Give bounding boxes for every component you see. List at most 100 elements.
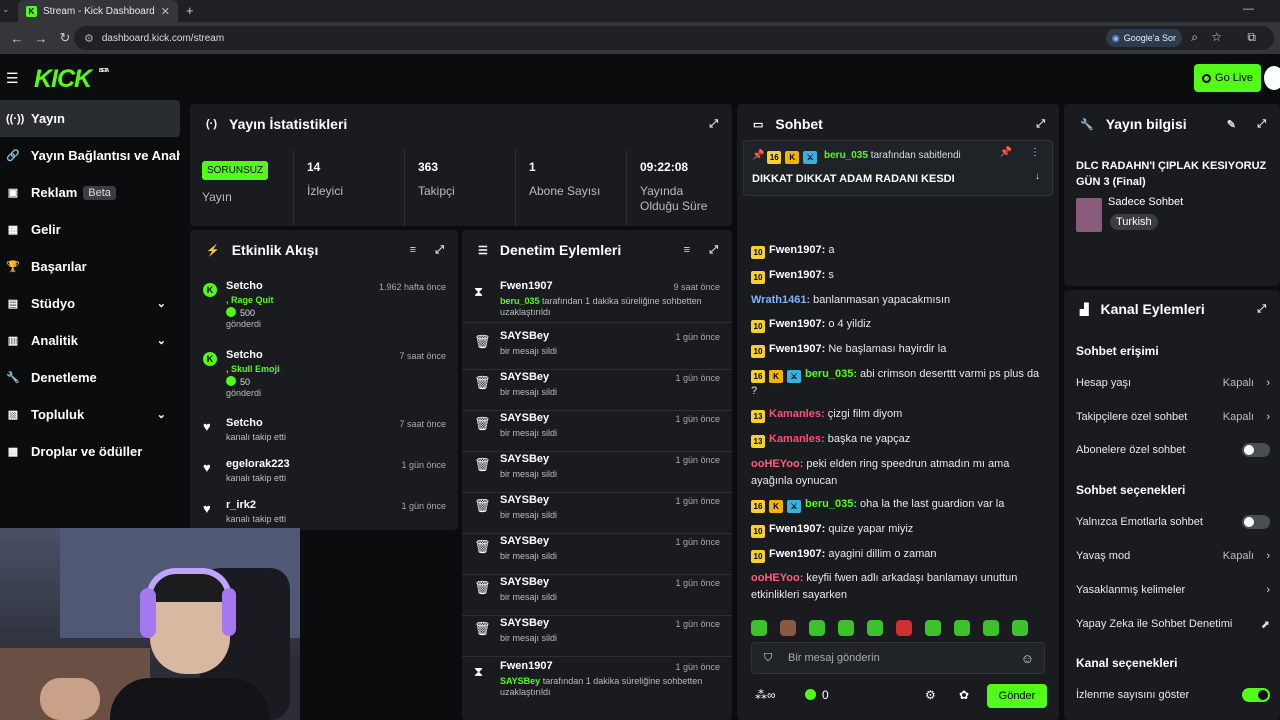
emote-icon[interactable] <box>780 620 796 636</box>
setting-account-age[interactable]: Hesap yaşı Kapalı › <box>1076 377 1270 389</box>
more-options-icon[interactable]: ⋮ <box>1030 147 1040 158</box>
toggle-switch[interactable] <box>1242 515 1270 529</box>
chat-message[interactable]: 10 Fwen1907: a <box>751 242 1041 259</box>
edit-icon[interactable]: ✎ <box>1227 118 1236 131</box>
popout-icon[interactable]: ⤢ <box>435 244 444 257</box>
chat-username[interactable]: Kamanles <box>769 408 821 420</box>
go-live-button[interactable]: Go Live <box>1194 64 1261 92</box>
site-info-icon[interactable]: ⚙ <box>84 32 94 45</box>
stream-tag[interactable]: Turkish <box>1110 214 1158 230</box>
sidebar-item-denetleme[interactable]: 🔧 Denetleme <box>0 359 180 396</box>
list-item[interactable]: 🗑 SAYSBey 1 gün önce bir mesajı sildi <box>462 330 732 370</box>
list-item[interactable]: 🗑 SAYSBey 1 gün önce bir mesajı sildi <box>462 617 732 657</box>
sidebar-item-reklam[interactable]: ▣ Reklam Beta <box>0 174 180 211</box>
extensions-icon[interactable]: ⧉ <box>1247 30 1256 45</box>
emote-icon[interactable] <box>896 620 912 636</box>
kick-logo[interactable]: KICK BETA <box>34 65 109 94</box>
shield-icon[interactable]: ⛉ <box>764 652 772 665</box>
popout-icon[interactable]: ⤢ <box>1257 118 1266 131</box>
tab-search-icon[interactable]: ⌄ <box>2 4 10 15</box>
list-item[interactable]: 🗑 SAYSBey 1 gün önce bir mesajı sildi <box>462 535 732 575</box>
forward-icon[interactable]: → <box>34 31 48 46</box>
menu-icon[interactable]: ☰ <box>6 70 19 87</box>
list-item[interactable]: 🗑 SAYSBey 1 gün önce bir mesajı sildi <box>462 412 732 452</box>
list-item[interactable]: ♥ r_irk2 1 gün önce kanalı takip etti <box>190 499 458 525</box>
emoji-icon[interactable]: ☺ <box>1021 651 1034 666</box>
google-ask-button[interactable]: ◉ Google'a Sor <box>1105 29 1182 47</box>
list-item[interactable]: ⧗ Fwen1907 1 gün önce SAYSBey tarafından… <box>462 660 732 706</box>
back-icon[interactable]: ← <box>10 31 24 46</box>
sidebar-item-droplar[interactable]: ▩ Droplar ve ödüller <box>0 433 180 470</box>
chat-message[interactable]: 10 Fwen1907: s <box>751 267 1041 284</box>
chat-username[interactable]: Kamanles <box>769 433 821 445</box>
chat-username[interactable]: beru_035 <box>805 368 853 380</box>
chat-message[interactable]: 10 Fwen1907: ayagini dillim o zaman <box>751 546 1041 563</box>
filter-icon[interactable]: ≡ <box>684 244 690 256</box>
send-button[interactable]: Gönder <box>987 684 1047 708</box>
chat-username[interactable]: Fwen1907 <box>769 318 822 330</box>
chat-message[interactable]: Wrath1461: banlanmasan yapacakmısın <box>751 292 1041 309</box>
list-item[interactable]: K Setcho 7 saat önce , Skull Emoji 50 gö… <box>190 349 458 399</box>
list-item[interactable]: 🗑 SAYSBey 1 gün önce bir mesajı sildi <box>462 453 732 493</box>
emote-icon[interactable] <box>925 620 941 636</box>
sidebar-item-studyo[interactable]: ▤ Stüdyo ⌄ <box>0 285 180 322</box>
unpin-icon[interactable]: 📌 <box>1000 147 1012 158</box>
arrow-down-icon[interactable]: ↓ <box>1035 171 1040 182</box>
emote-icon[interactable] <box>867 620 883 636</box>
chat-username[interactable]: ooHEYoo <box>751 572 800 584</box>
sidebar-item-gelir[interactable]: ▦ Gelir <box>0 211 180 248</box>
chat-message[interactable]: 10 Fwen1907: quize yapar miyiz <box>751 521 1041 538</box>
setting-ai-moderation[interactable]: Yapay Zeka ile Sohbet Denetimi ⬈ <box>1076 618 1270 631</box>
minimize-window-icon[interactable]: — <box>1243 3 1254 15</box>
chat-username[interactable]: Fwen1907 <box>769 343 822 355</box>
chat-username[interactable]: Fwen1907 <box>769 269 822 281</box>
emote-icon[interactable] <box>751 620 767 636</box>
url-field[interactable]: ⚙ dashboard.kick.com/stream ◉ Google'a So… <box>74 26 1274 50</box>
chat-message[interactable]: 16 K ⚔ beru_035: abi crimson deserttt varmi… <box>751 366 1041 400</box>
chat-input[interactable]: ⛉ Bir mesaj gönderin ☺ <box>751 642 1045 674</box>
list-item[interactable]: K Setcho 1.962 hafta önce , Rage Quit 50… <box>190 280 458 330</box>
reload-icon[interactable]: ↻ <box>58 30 72 46</box>
chat-username[interactable]: beru_035 <box>805 498 853 510</box>
popout-icon[interactable]: ⤢ <box>1257 303 1266 316</box>
chat-message[interactable]: 13 Kamanles: başka ne yapçaz <box>751 431 1041 448</box>
emote-icon[interactable] <box>838 620 854 636</box>
sidebar-item-stream-key[interactable]: 🔗 Yayın Bağlantısı ve Anahtarı <box>0 137 180 174</box>
toggle-switch[interactable] <box>1242 443 1270 457</box>
chat-message[interactable]: ooHEYoo: peki elden ring speedrun atmadı… <box>751 456 1041 490</box>
user-avatar[interactable] <box>1264 66 1280 90</box>
chat-message[interactable]: 10 Fwen1907: Ne başlaması hayirdir la <box>751 341 1041 358</box>
popout-icon[interactable]: ⤢ <box>1036 118 1045 131</box>
chat-username[interactable]: Fwen1907 <box>769 548 822 560</box>
list-item[interactable]: ⧗ Fwen1907 9 saat önce beru_035 tarafınd… <box>462 280 732 323</box>
popout-icon[interactable]: ⤢ <box>709 244 718 257</box>
list-item[interactable]: 🗑 SAYSBey 1 gün önce bir mesajı sildi <box>462 371 732 411</box>
zoom-icon[interactable]: ⌕ <box>1191 30 1198 45</box>
setting-slow-mode[interactable]: Yavaş mod Kapalı › <box>1076 550 1270 562</box>
emote-icon[interactable] <box>983 620 999 636</box>
setting-banned-words[interactable]: Yasaklanmış kelimeler › <box>1076 584 1270 596</box>
chat-message[interactable]: 13 Kamanles: çizgi film diyom <box>751 406 1041 423</box>
emote-icon[interactable] <box>809 620 825 636</box>
emote-icon[interactable] <box>1012 620 1028 636</box>
new-tab-icon[interactable]: + <box>186 3 194 18</box>
bookmark-star-icon[interactable]: ☆ <box>1211 30 1222 44</box>
chat-message[interactable]: ooHEYoo: keyfii fwen adlı arkadaşı banla… <box>751 570 1041 604</box>
gear-alt-icon[interactable]: ✿ <box>959 688 969 702</box>
sidebar-item-topluluk[interactable]: ▧ Topluluk ⌄ <box>0 396 180 433</box>
chat-message[interactable]: 16 K ⚔ beru_035: oha la the last guardion v… <box>751 496 1041 513</box>
sidebar-item-analitik[interactable]: ▥ Analitik ⌄ <box>0 322 180 359</box>
sidebar-item-yayin[interactable]: ((·)) Yayın <box>0 100 180 137</box>
settings-icon[interactable]: ⚙ <box>925 688 936 702</box>
filter-icon[interactable]: ≡ <box>410 244 416 256</box>
sidebar-item-basarilar[interactable]: 🏆 Başarılar <box>0 248 180 285</box>
popout-icon[interactable]: ⤢ <box>709 118 718 131</box>
chat-message[interactable]: 10 Fwen1907: o 4 yildiz <box>751 316 1041 333</box>
close-tab-icon[interactable]: ✕ <box>161 5 170 18</box>
chat-username[interactable]: Wrath1461 <box>751 294 806 306</box>
list-item[interactable]: ♥ egelorak223 1 gün önce kanalı takip et… <box>190 458 458 484</box>
browser-tab[interactable]: K Stream - Kick Dashboard ✕ <box>18 0 178 22</box>
emote-icon[interactable] <box>954 620 970 636</box>
stream-category[interactable]: Sadece Sohbet <box>1108 196 1183 208</box>
chat-username[interactable]: ooHEYoo <box>751 458 800 470</box>
